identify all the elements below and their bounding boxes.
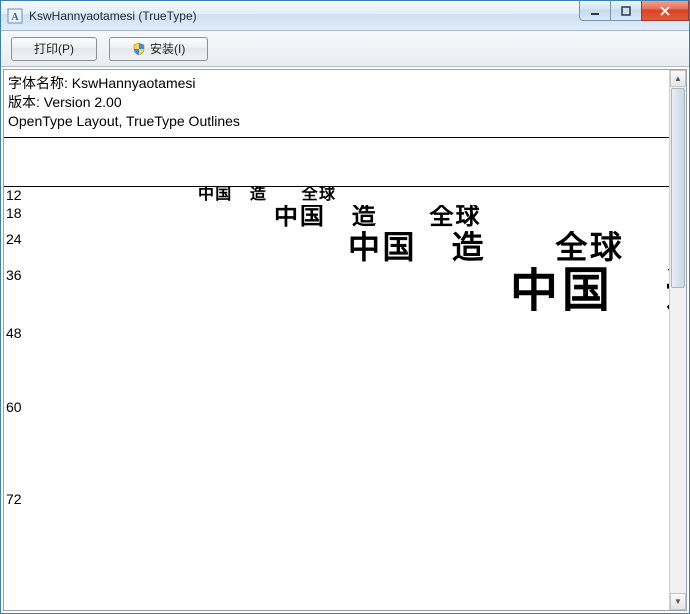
vertical-scrollbar[interactable]: ▲ ▼ bbox=[669, 70, 686, 610]
svg-text:A: A bbox=[11, 12, 19, 23]
scroll-thumb[interactable] bbox=[671, 88, 685, 288]
scroll-down-button[interactable]: ▼ bbox=[670, 593, 686, 610]
font-name-line: 字体名称: KswHannyaotamesi bbox=[8, 74, 665, 93]
minimize-button[interactable] bbox=[579, 1, 611, 21]
toolbar: 打印(P) 安装(I) bbox=[1, 31, 689, 67]
sample-row-60: 60 中国 造 全球 bbox=[4, 399, 669, 491]
titlebar[interactable]: A KswHannyaotamesi (TrueType) bbox=[1, 1, 689, 31]
size-label: 48 bbox=[4, 325, 30, 341]
sample-area: 12 中国 造 全球 18 中国 造 全球 24 中国 造 全球 36 中国 造… bbox=[4, 186, 669, 599]
sample-text: 中国 造 全球 bbox=[30, 267, 669, 315]
sample-text: 中国 造 全球 bbox=[30, 187, 336, 203]
sample-row-36: 36 中国 造 全球 bbox=[4, 267, 669, 325]
content-inner: 字体名称: KswHannyaotamesi 版本: Version 2.00 … bbox=[4, 70, 669, 610]
content-area: 字体名称: KswHannyaotamesi 版本: Version 2.00 … bbox=[3, 69, 687, 611]
size-label: 18 bbox=[4, 205, 30, 221]
sample-row-48: 48 中国 造 全球 bbox=[4, 325, 669, 399]
shield-icon bbox=[132, 42, 146, 56]
size-label: 24 bbox=[4, 231, 30, 247]
window-controls bbox=[580, 1, 689, 30]
sample-row-24: 24 中国 造 全球 bbox=[4, 231, 669, 267]
font-version-line: 版本: Version 2.00 bbox=[8, 93, 665, 112]
sample-row-72: 72 中国 造 全球 bbox=[4, 491, 669, 599]
font-metadata: 字体名称: KswHannyaotamesi 版本: Version 2.00 … bbox=[4, 70, 669, 133]
install-button[interactable]: 安装(I) bbox=[109, 37, 208, 61]
scroll-up-button[interactable]: ▲ bbox=[670, 70, 686, 87]
print-button-label: 打印(P) bbox=[34, 40, 74, 57]
sample-text: 中国 造 全球 bbox=[30, 325, 669, 389]
print-button[interactable]: 打印(P) bbox=[11, 37, 97, 61]
app-icon: A bbox=[7, 8, 23, 24]
font-layout-line: OpenType Layout, TrueType Outlines bbox=[8, 112, 665, 131]
close-button[interactable] bbox=[641, 1, 689, 21]
sample-row-18: 18 中国 造 全球 bbox=[4, 205, 669, 231]
sample-text: 中国 造 全球 bbox=[30, 491, 669, 587]
sample-row-12: 12 中国 造 全球 bbox=[4, 187, 669, 205]
size-label: 72 bbox=[4, 491, 30, 507]
maximize-button[interactable] bbox=[610, 1, 642, 21]
window-title: KswHannyaotamesi (TrueType) bbox=[29, 9, 197, 23]
sample-text: 中国 造 全球 bbox=[30, 205, 481, 229]
size-label: 60 bbox=[4, 399, 30, 415]
install-button-label: 安装(I) bbox=[150, 40, 185, 57]
sample-text: 中国 造 全球 bbox=[30, 399, 669, 479]
size-label: 36 bbox=[4, 267, 30, 283]
sample-text: 中国 造 全球 bbox=[30, 231, 624, 263]
divider bbox=[4, 137, 669, 138]
font-viewer-window: A KswHannyaotamesi (TrueType) 打印(P) bbox=[0, 0, 690, 614]
size-label: 12 bbox=[4, 187, 30, 203]
